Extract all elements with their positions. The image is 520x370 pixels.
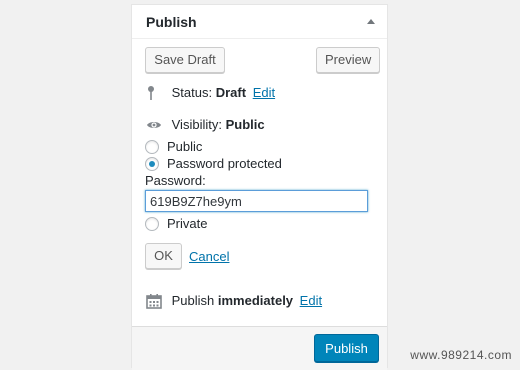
pin-icon <box>146 85 162 101</box>
collapse-arrow-icon[interactable] <box>367 19 375 24</box>
panel-header: Publish <box>132 5 387 39</box>
status-value: Draft <box>216 85 246 100</box>
radio-label-private: Private <box>167 216 207 231</box>
radio-label-public: Public <box>167 139 202 154</box>
status-edit-link[interactable]: Edit <box>253 85 275 100</box>
radio-circle-private[interactable] <box>145 217 159 231</box>
publish-panel: Publish Save Draft Preview Status: Draft… <box>131 4 388 368</box>
watermark-text: www.989214.com <box>410 348 512 362</box>
radio-password-protected[interactable]: Password protected <box>145 155 282 171</box>
calendar-icon <box>146 293 162 309</box>
radio-circle-password-protected[interactable] <box>145 157 159 171</box>
radio-private[interactable]: Private <box>145 215 207 231</box>
visibility-row: Visibility: Public <box>146 116 265 133</box>
preview-button[interactable]: Preview <box>316 47 380 73</box>
eye-icon <box>146 117 162 133</box>
status-row: Status: Draft Edit <box>146 84 275 101</box>
radio-circle-public[interactable] <box>145 140 159 154</box>
save-draft-button[interactable]: Save Draft <box>145 47 225 73</box>
panel-footer: Publish <box>132 326 387 370</box>
ok-button[interactable]: OK <box>145 243 182 269</box>
radio-label-password-protected: Password protected <box>167 156 282 171</box>
password-input[interactable] <box>145 190 368 212</box>
schedule-edit-link[interactable]: Edit <box>300 293 322 308</box>
password-label: Password: <box>145 173 206 188</box>
schedule-value: immediately <box>218 293 293 308</box>
schedule-label: Publish <box>172 293 215 308</box>
status-label: Status: <box>172 85 212 100</box>
radio-public[interactable]: Public <box>145 138 202 154</box>
publish-button[interactable]: Publish <box>314 334 379 362</box>
cancel-link[interactable]: Cancel <box>189 249 229 264</box>
panel-title: Publish <box>146 14 197 30</box>
visibility-label: Visibility: <box>172 117 222 132</box>
visibility-value: Public <box>226 117 265 132</box>
schedule-row: Publish immediately Edit <box>146 292 322 309</box>
